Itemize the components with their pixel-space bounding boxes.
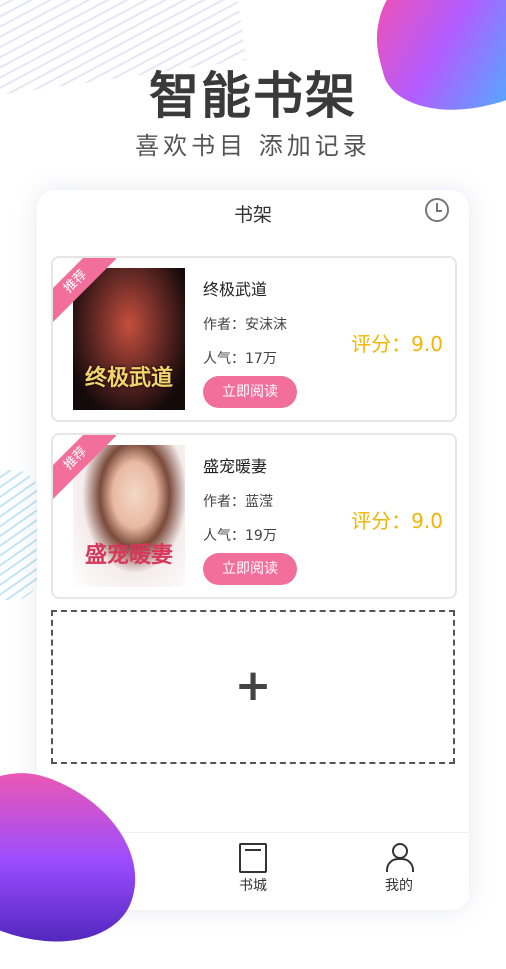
book-popularity: 人气：17万	[203, 351, 277, 367]
book-title[interactable]: 终极武道	[203, 276, 267, 300]
clock-icon[interactable]	[425, 198, 449, 222]
tab-mine[interactable]: 我的	[359, 839, 439, 895]
book-author: 作者：安沫沫	[203, 317, 287, 333]
add-book-slot[interactable]: +	[51, 610, 455, 764]
phone-screen: 书架 终极武道 推荐 终极武道 作者：安沫沫 人气：17万 立即阅读 评分：9.…	[37, 190, 469, 910]
tab-label: 书城	[239, 878, 267, 894]
read-now-button[interactable]: 立即阅读	[203, 553, 297, 585]
book-icon	[239, 843, 267, 873]
book-score: 评分：9.0	[351, 509, 443, 533]
book-author: 作者：蓝滢	[203, 494, 273, 510]
page-subline: 喜欢书目 添加记录	[135, 132, 371, 160]
read-now-button[interactable]: 立即阅读	[203, 376, 297, 408]
screen-title: 书架	[233, 204, 272, 226]
book-popularity: 人气：19万	[203, 528, 277, 544]
book-card[interactable]: 盛宠暖妻 推荐 盛宠暖妻 作者：蓝滢 人气：19万 立即阅读 评分：9.0	[51, 433, 457, 599]
plus-icon: +	[234, 660, 272, 711]
page-headline: 智能书架	[149, 67, 357, 125]
book-title[interactable]: 盛宠暖妻	[203, 453, 267, 477]
tab-label: 我的	[385, 878, 413, 894]
book-card[interactable]: 终极武道 推荐 终极武道 作者：安沫沫 人气：17万 立即阅读 评分：9.0	[51, 256, 457, 422]
book-cover[interactable]: 盛宠暖妻	[73, 445, 185, 587]
book-score: 评分：9.0	[351, 332, 443, 356]
cover-title: 盛宠暖妻	[84, 542, 173, 568]
cover-title: 终极武道	[84, 365, 173, 391]
book-cover[interactable]: 终极武道	[73, 268, 185, 410]
tab-bookstore[interactable]: 书城	[213, 839, 293, 895]
user-icon	[385, 843, 414, 873]
